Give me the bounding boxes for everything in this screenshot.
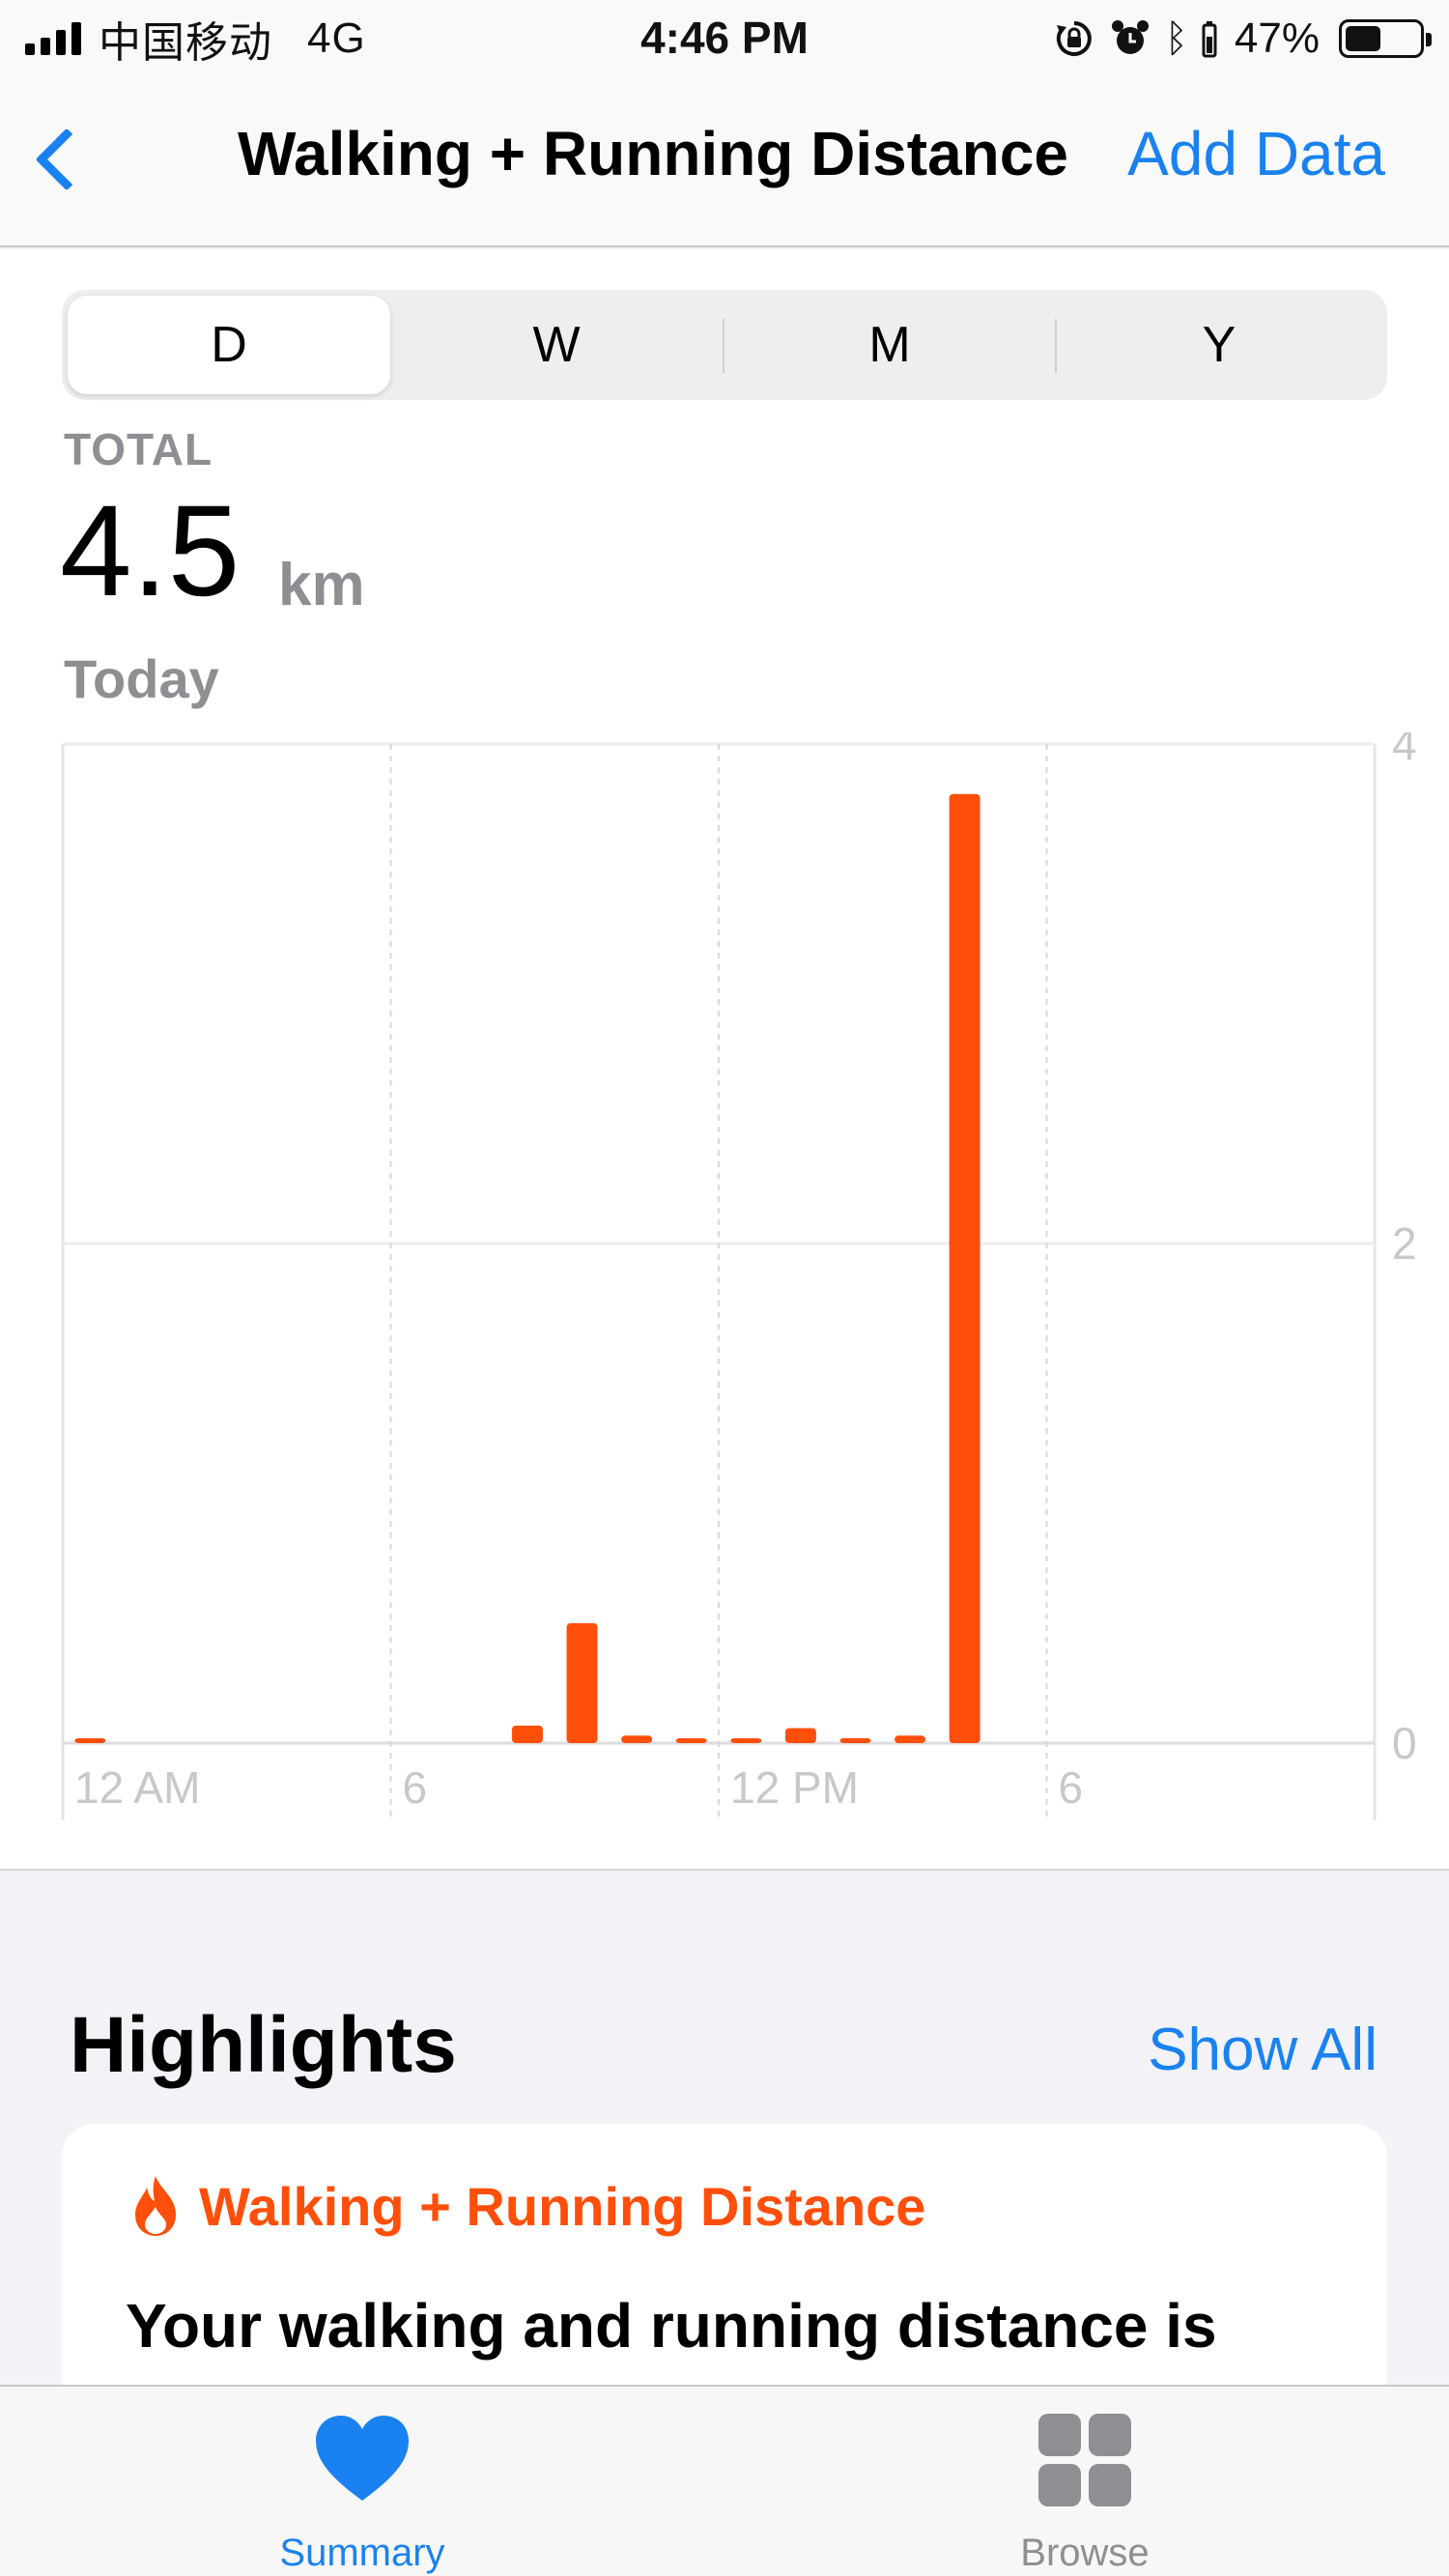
period-segmented-control: D W M Y <box>62 290 1387 400</box>
segment-week[interactable]: W <box>390 296 723 394</box>
y-tick-label: 4 <box>1392 732 1417 769</box>
chart-bar <box>566 1622 598 1743</box>
total-value: 4.5 <box>60 479 241 623</box>
chart-bar <box>839 1737 871 1743</box>
tab-browse[interactable]: Browse <box>940 2387 1230 2576</box>
navigation-bar: Walking + Running Distance Add Data <box>0 77 1449 247</box>
chart-bar <box>74 1738 106 1743</box>
x-tick-label: 12 PM <box>730 1762 859 1813</box>
chart-bar <box>784 1728 816 1743</box>
chevron-left-icon <box>35 128 99 191</box>
show-all-link[interactable]: Show All <box>1148 2016 1378 2084</box>
chart-bar <box>949 793 980 1743</box>
battery-percent: 47% <box>1234 14 1320 62</box>
battery-icon <box>1339 19 1432 58</box>
chart-bar <box>675 1738 707 1743</box>
chart-bar <box>730 1738 762 1743</box>
segment-month[interactable]: M <box>724 296 1055 394</box>
add-data-button[interactable]: Add Data <box>1127 118 1385 189</box>
bluetooth-icon: ᛒ <box>1164 17 1188 60</box>
total-label: TOTAL <box>64 424 213 474</box>
highlights-title: Highlights <box>70 2001 457 2089</box>
total-date: Today <box>64 648 219 709</box>
x-tick-label: 12 AM <box>74 1762 200 1813</box>
distance-bar-chart[interactable]: 0 2 4 12 AM 6 12 PM 6 <box>0 732 1449 1844</box>
segment-year[interactable]: Y <box>1057 296 1381 394</box>
tab-summary[interactable]: Summary <box>217 2387 507 2576</box>
chart-bar <box>621 1735 653 1743</box>
flame-icon <box>135 2176 176 2236</box>
tab-browse-label: Browse <box>1020 2532 1150 2574</box>
page-title: Walking + Running Distance <box>238 119 1068 188</box>
battery-fill <box>1346 26 1380 51</box>
chart-card: D W M Y TOTAL 4.5 km Today 0 2 4 12 AM 6 12 P… <box>0 249 1449 1871</box>
highlight-header: Walking + Running Distance <box>131 2174 925 2238</box>
grid-icon <box>1038 2414 1131 2506</box>
highlight-heading: Walking + Running Distance <box>199 2175 926 2237</box>
y-tick-label: 0 <box>1392 1718 1417 1768</box>
total-unit: km <box>278 552 365 618</box>
y-tick-label: 2 <box>1392 1218 1417 1269</box>
status-right: ᛒ 47% <box>1053 12 1432 66</box>
back-button[interactable] <box>29 124 99 211</box>
alarm-icon <box>1111 20 1149 54</box>
segment-day[interactable]: D <box>68 296 390 394</box>
heart-icon <box>316 2416 409 2501</box>
highlight-card[interactable]: Walking + Running Distance Your walking … <box>62 2124 1387 2414</box>
battery-charge-small-icon <box>1202 21 1217 58</box>
tab-summary-label: Summary <box>279 2532 445 2574</box>
chart-bar <box>895 1735 926 1743</box>
status-bar: 中国移动 4G 4:46 PM ᛒ 47% <box>0 0 1449 77</box>
x-tick-label: 6 <box>403 1762 428 1813</box>
orientation-lock-icon <box>1056 21 1092 56</box>
x-tick-label: 6 <box>1059 1762 1084 1813</box>
highlight-body: Your walking and running distance is <box>126 2291 1217 2361</box>
tab-bar: Summary Browse <box>0 2385 1449 2576</box>
chart-bar <box>511 1725 543 1743</box>
